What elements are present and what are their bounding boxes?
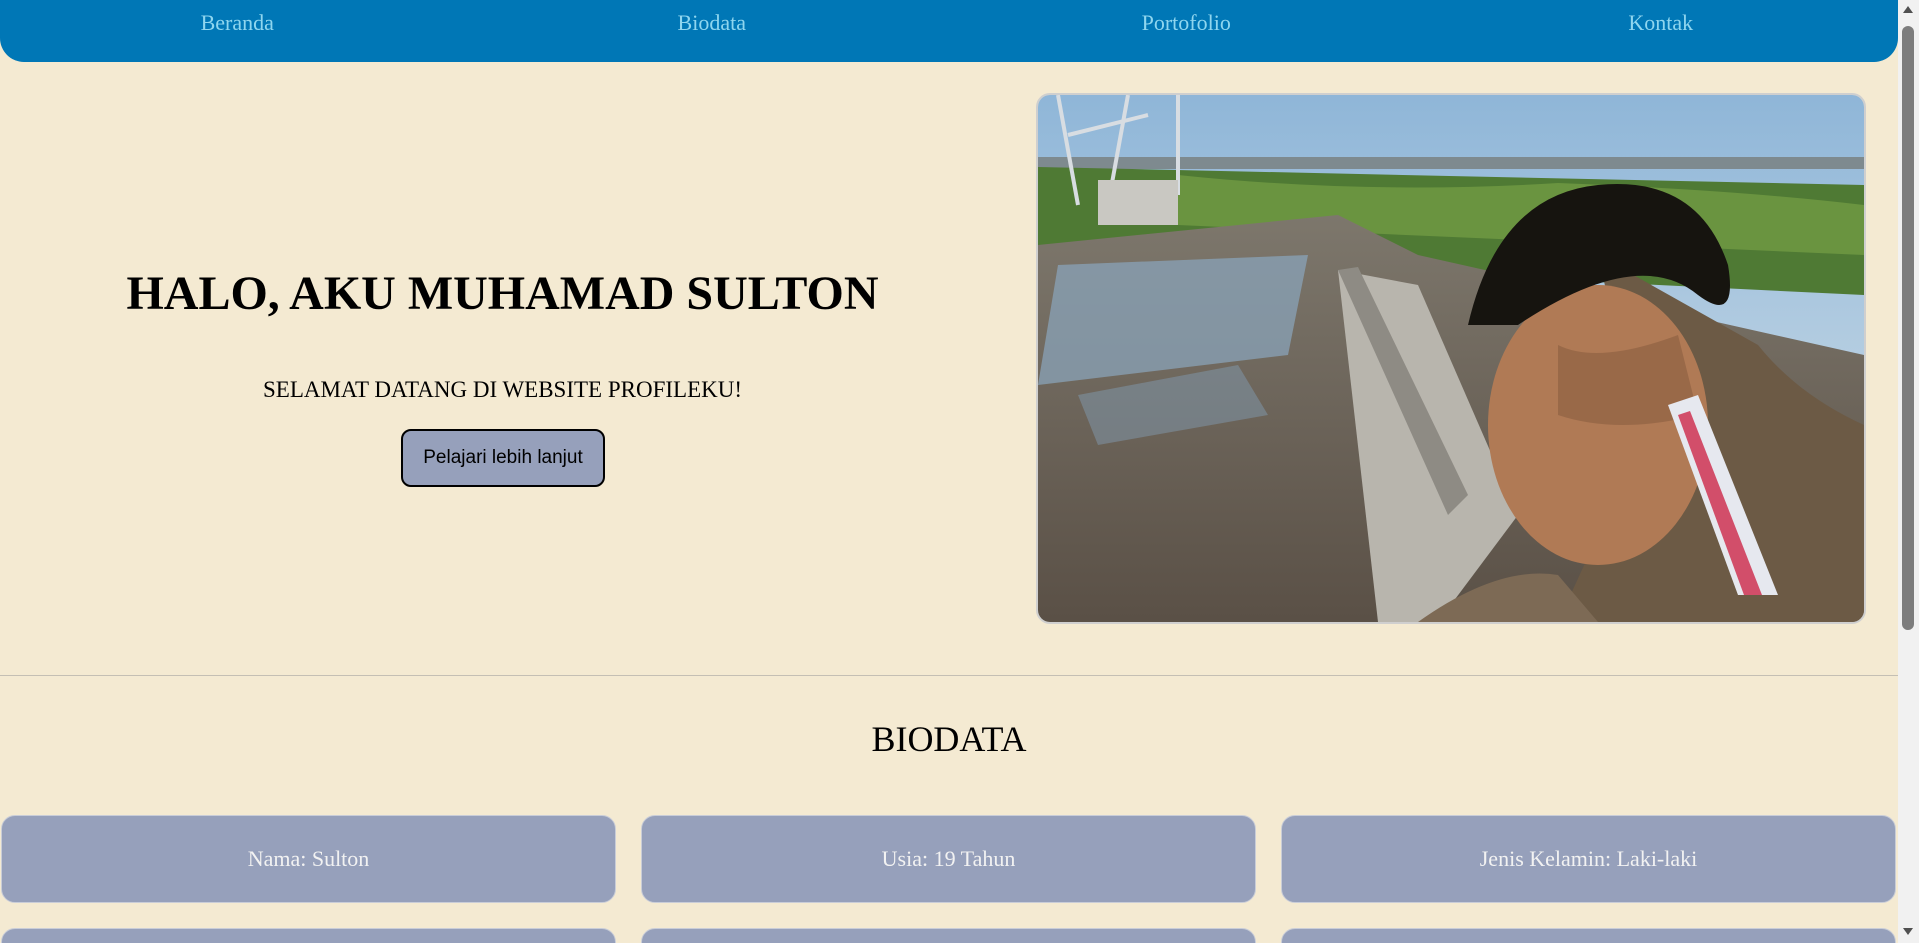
learn-more-button[interactable]: Pelajari lebih lanjut xyxy=(401,429,605,487)
scrollbar-thumb[interactable] xyxy=(1902,26,1914,630)
page: Beranda Biodata Portofolio Kontak HALO, … xyxy=(0,0,1898,943)
nav-link-beranda[interactable]: Beranda xyxy=(0,0,475,62)
biodata-title: BIODATA xyxy=(871,719,1027,759)
hero-subtitle: SELAMAT DATANG DI WEBSITE PROFILEKU! xyxy=(262,377,743,402)
nav-link-biodata[interactable]: Biodata xyxy=(475,0,950,62)
scroll-up-arrow-icon[interactable] xyxy=(1903,6,1913,13)
nav-link-portofolio[interactable]: Portofolio xyxy=(949,0,1424,62)
nav-link-kontak[interactable]: Kontak xyxy=(1424,0,1899,62)
hero-intro: HALO, AKU MUHAMAD SULTON SELAMAT DATANG … xyxy=(0,94,1005,622)
biodata-card-jenis-kelamin: Jenis Kelamin: Laki-laki xyxy=(1281,815,1896,903)
top-navbar: Beranda Biodata Portofolio Kontak xyxy=(0,0,1898,62)
biodata-card-nama: Nama: Sulton xyxy=(1,815,616,903)
biodata-card-usia: Usia: 19 Tahun xyxy=(641,815,1256,903)
section-divider xyxy=(0,675,1898,676)
biodata-card xyxy=(1,928,616,943)
biodata-card xyxy=(1281,928,1896,943)
scroll-down-arrow-icon[interactable] xyxy=(1903,928,1913,935)
hero-title: HALO, AKU MUHAMAD SULTON xyxy=(126,267,879,320)
biodata-card xyxy=(641,928,1256,943)
profile-photo xyxy=(1036,93,1866,624)
vertical-scrollbar[interactable] xyxy=(1898,0,1919,943)
